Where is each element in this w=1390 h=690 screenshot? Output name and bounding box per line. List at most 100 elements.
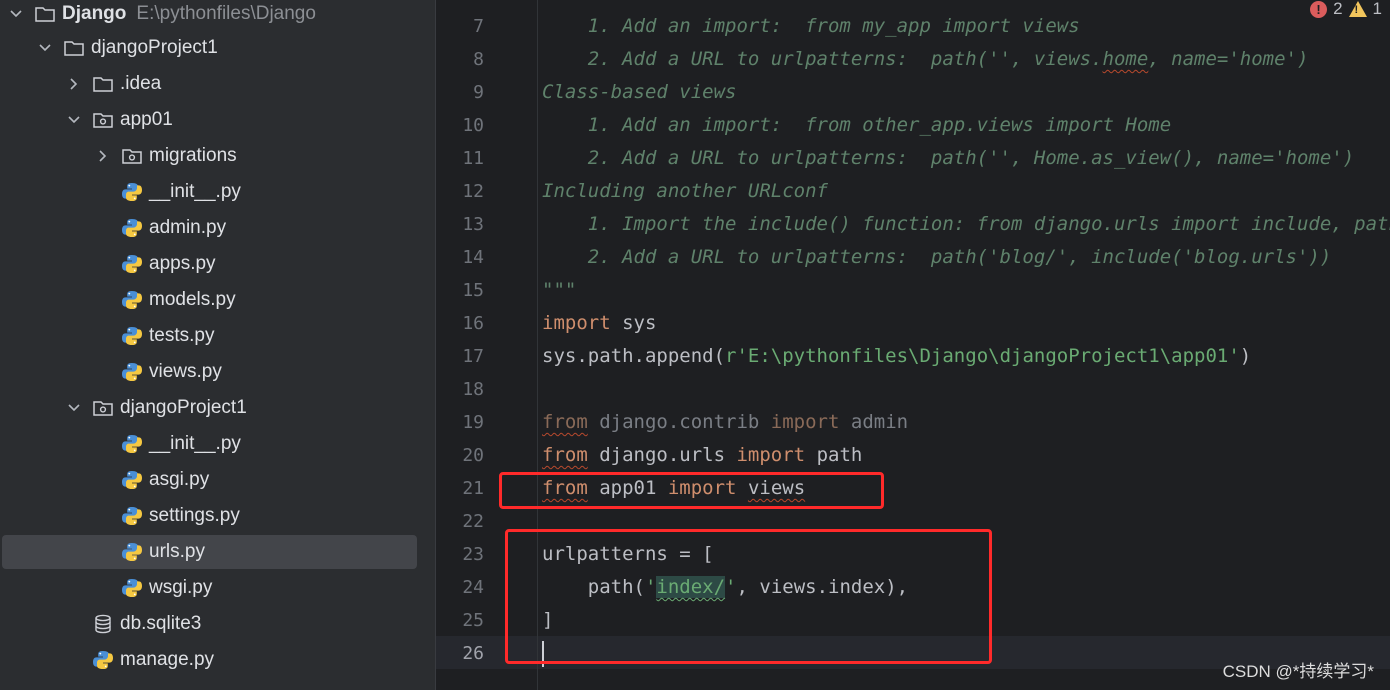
chevron-down-icon[interactable] xyxy=(64,110,84,130)
line-number: 25 xyxy=(462,610,484,631)
code-token: r'E:\pythonfiles\Django\djangoProject1\a… xyxy=(725,345,1240,367)
tree-item[interactable]: djangoProject1 xyxy=(0,391,418,425)
python-file-icon xyxy=(121,361,143,383)
tree-item[interactable]: asgi.py xyxy=(0,463,418,497)
warning-count: 1 xyxy=(1372,0,1382,18)
tree-item-label: models.py xyxy=(149,289,236,310)
code-token: , name='home') xyxy=(1148,48,1309,70)
line-number: 21 xyxy=(462,478,484,499)
tree-item-label: __init__.py xyxy=(149,433,241,454)
inspection-widget[interactable]: ! 2 ! 1 xyxy=(1310,0,1382,18)
code-line-7[interactable]: 1. Add an import: from my_app import vie… xyxy=(542,10,1080,43)
tree-item[interactable]: __init__.py xyxy=(0,427,418,461)
chevron-down-icon[interactable] xyxy=(35,38,55,58)
python-file-icon xyxy=(121,289,143,311)
tree-item[interactable]: __init__.py xyxy=(0,175,418,209)
code-token: from xyxy=(542,444,588,466)
tree-item[interactable]: wsgi.py xyxy=(0,571,418,605)
tree-item-label: settings.py xyxy=(149,505,240,526)
code-token: sys.path.append( xyxy=(542,345,726,367)
python-file-icon xyxy=(121,505,143,527)
line-number: 11 xyxy=(462,148,484,169)
code-token: import xyxy=(736,444,806,466)
tree-item-label: wsgi.py xyxy=(149,577,213,598)
folder-icon xyxy=(34,3,56,25)
code-line-12[interactable]: Including another URLconf xyxy=(542,175,828,208)
tree-item[interactable]: models.py xyxy=(0,283,418,317)
tree-item-label: djangoProject1 xyxy=(120,397,247,418)
root-path: E:\pythonfiles\Django xyxy=(136,3,316,24)
chevron-right-icon[interactable] xyxy=(93,146,113,166)
code-line-17[interactable]: sys.path.append(r'E:\pythonfiles\Django\… xyxy=(542,340,1251,373)
chevron-down-icon[interactable] xyxy=(6,4,26,24)
tree-item[interactable]: admin.py xyxy=(0,211,418,245)
code-line-10[interactable]: 1. Add an import: from other_app.views i… xyxy=(542,109,1171,142)
code-token: django.contrib xyxy=(587,411,771,433)
python-file-icon xyxy=(121,181,143,203)
tree-item-label: manage.py xyxy=(120,649,215,670)
tree-root-django[interactable]: Django E:\pythonfiles\Django xyxy=(0,0,418,31)
tree-item-label: tests.py xyxy=(149,325,215,346)
code-line-11[interactable]: 2. Add a URL to urlpatterns: path('', Ho… xyxy=(542,142,1354,175)
line-number: 15 xyxy=(462,280,484,301)
line-number: 18 xyxy=(462,379,484,400)
code-line-16[interactable]: import sys xyxy=(542,307,656,340)
tool-window-divider[interactable] xyxy=(422,0,436,690)
tree-item[interactable]: db.sqlite3 xyxy=(0,607,418,641)
tree-item-label: db.sqlite3 xyxy=(120,613,202,634)
code-token: 2. Add a URL to urlpatterns: path('', vi… xyxy=(542,48,1103,70)
python-file-icon xyxy=(92,649,114,671)
code-line-14[interactable]: 2. Add a URL to urlpatterns: path('blog/… xyxy=(542,241,1332,274)
line-number: 26 xyxy=(462,643,484,664)
tree-item[interactable]: manage.py xyxy=(0,643,418,677)
error-count: 2 xyxy=(1333,0,1343,18)
code-token: home xyxy=(1102,48,1149,70)
code-line-19[interactable]: from django.contrib import admin xyxy=(542,406,908,439)
code-line-15[interactable]: """ xyxy=(542,274,576,307)
annotation-box-urlpatterns xyxy=(505,529,992,664)
tree-item[interactable]: app01 xyxy=(0,103,418,137)
tree-item-label: migrations xyxy=(149,145,237,166)
tree-item[interactable]: settings.py xyxy=(0,499,418,533)
tree-item-label: app01 xyxy=(120,109,173,130)
tree-item-label: .idea xyxy=(120,73,162,94)
code-line-13[interactable]: 1. Import the include() function: from d… xyxy=(542,208,1390,241)
code-line-9[interactable]: Class-based views xyxy=(542,76,736,109)
tree-item-label: __init__.py xyxy=(149,181,241,202)
warning-icon: ! xyxy=(1348,1,1367,17)
folder-icon xyxy=(92,73,114,95)
tree-item[interactable]: djangoProject1 xyxy=(0,31,418,65)
chevron-down-icon[interactable] xyxy=(64,398,84,418)
code-line-8[interactable]: 2. Add a URL to urlpatterns: path('', vi… xyxy=(542,43,1309,76)
tree-item[interactable]: migrations xyxy=(0,139,418,173)
line-number: 14 xyxy=(462,247,484,268)
code-token: admin xyxy=(839,411,909,433)
line-number: 12 xyxy=(462,181,484,202)
tree-item[interactable]: views.py xyxy=(0,355,418,389)
code-token: import xyxy=(770,411,840,433)
line-number: 7 xyxy=(473,16,484,37)
folder-icon xyxy=(63,37,85,59)
tree-item-label: djangoProject1 xyxy=(91,37,218,58)
tree-item[interactable]: tests.py xyxy=(0,319,418,353)
code-line-20[interactable]: from django.urls import path xyxy=(542,439,862,472)
python-file-icon xyxy=(121,577,143,599)
tree-item-label: asgi.py xyxy=(149,469,210,490)
tree-item[interactable]: urls.py xyxy=(2,535,417,569)
package-folder-icon xyxy=(92,109,114,131)
tree-item[interactable]: apps.py xyxy=(0,247,418,281)
python-file-icon xyxy=(121,541,143,563)
tree-item[interactable]: .idea xyxy=(0,67,418,101)
code-token: import xyxy=(542,312,611,334)
chevron-right-icon[interactable] xyxy=(64,74,84,94)
